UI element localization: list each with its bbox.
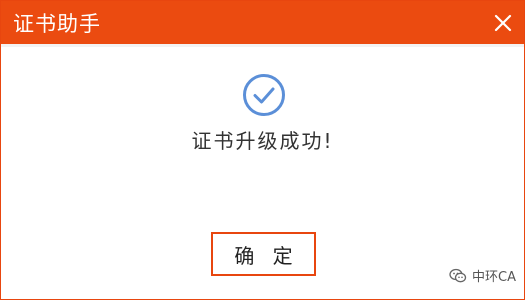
watermark: 中环CA [449,266,516,285]
ok-button[interactable]: 确 定 [211,232,316,276]
checkmark-circle-icon [243,74,285,116]
window-title: 证书助手 [13,11,101,36]
success-status [241,72,287,118]
watermark-text: 中环CA [472,270,516,285]
status-message: 证书升级成功! [191,129,334,153]
close-icon [494,14,512,32]
titlebar-divider [1,44,524,47]
close-button[interactable] [492,12,514,34]
dialog-window: 证书助手 证书升级成功! 确 定 中环CA [0,0,525,300]
title-bar[interactable]: 证书助手 [1,1,524,44]
wechat-icon [449,268,467,284]
